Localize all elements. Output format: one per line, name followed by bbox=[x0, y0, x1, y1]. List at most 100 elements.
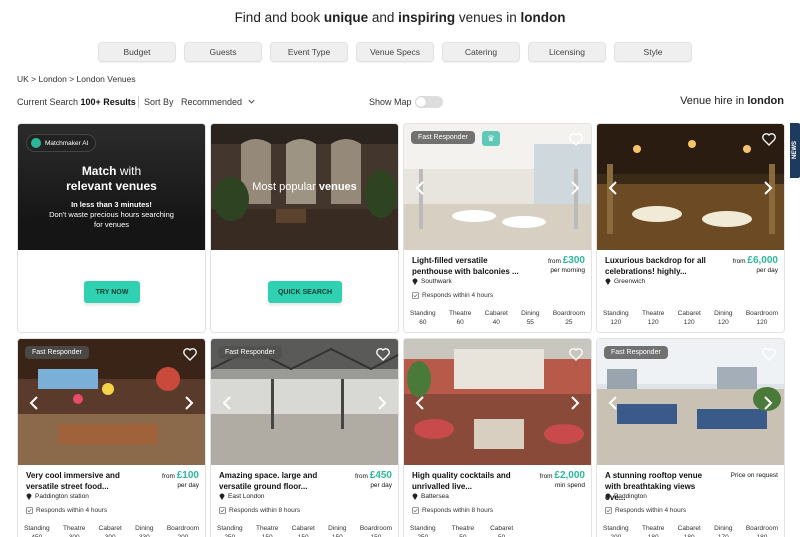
response-icon bbox=[412, 292, 419, 299]
try-now-button[interactable]: TRY NOW bbox=[84, 281, 140, 303]
capacity-label: Cabaret bbox=[484, 310, 508, 317]
capacity-value: 60 bbox=[419, 319, 427, 326]
headline-mid1: and bbox=[368, 10, 399, 25]
capacity-label: Cabaret bbox=[490, 525, 514, 532]
venue-card[interactable]: High quality cocktails and unrivalled li… bbox=[403, 338, 592, 537]
venue-card[interactable]: Fast Responder Very cool immersive and v… bbox=[17, 338, 206, 537]
location-label: Paddington station bbox=[35, 492, 89, 500]
capacity-standing: Standing250 bbox=[217, 524, 243, 537]
venue-price: from £300 per morning bbox=[548, 256, 585, 275]
capacity-label: Boardroom bbox=[745, 310, 778, 317]
capacity-theatre: Theatre50 bbox=[452, 524, 474, 537]
chevron-right-icon[interactable] bbox=[762, 395, 774, 411]
chevron-left-icon[interactable] bbox=[607, 395, 619, 411]
price-unit: per day bbox=[756, 267, 778, 274]
capacity-dining: Dining170 bbox=[714, 524, 732, 537]
venue-location: Greenwich bbox=[605, 277, 645, 285]
chevron-right-icon[interactable] bbox=[569, 180, 581, 196]
response-time: Responds within 8 hours bbox=[219, 507, 300, 514]
news-side-tab[interactable]: NEWS bbox=[790, 123, 800, 178]
capacity-standing: Standing250 bbox=[410, 524, 436, 537]
response-time-label: Responds within 8 hours bbox=[229, 507, 301, 514]
heart-icon[interactable] bbox=[375, 346, 391, 362]
capacity-dining: Dining 55 bbox=[521, 309, 539, 327]
response-icon bbox=[412, 507, 419, 514]
capacity-cabaret: Cabaret50 bbox=[490, 524, 513, 537]
venue-card[interactable]: Fast Responder Amazing space. large and … bbox=[210, 338, 399, 537]
price-prefix: from bbox=[732, 258, 748, 265]
filter-budget[interactable]: Budget bbox=[98, 42, 176, 62]
fast-responder-badge: Fast Responder bbox=[218, 346, 282, 359]
price-unit: per day bbox=[370, 482, 392, 489]
response-time: Responds within 4 hours bbox=[412, 292, 493, 299]
map-pin-icon bbox=[412, 493, 418, 500]
venue-card[interactable]: Luxurious backdrop for all celebrations!… bbox=[596, 123, 785, 333]
venue-location: Paddington station bbox=[26, 492, 89, 500]
chevron-right-icon[interactable] bbox=[762, 180, 774, 196]
location-label: East London bbox=[228, 492, 265, 500]
filter-licensing[interactable]: Licensing bbox=[528, 42, 606, 62]
venue-card[interactable]: Fast Responder ♛ Light-filled versatile … bbox=[403, 123, 592, 333]
capacity-value: 120 bbox=[683, 319, 695, 326]
map-pin-icon bbox=[26, 493, 32, 500]
quick-search-button[interactable]: QUICK SEARCH bbox=[268, 281, 342, 303]
matchmaker-chip: Matchmaker AI bbox=[26, 134, 97, 152]
location-label: Greenwich bbox=[614, 277, 646, 285]
current-search-label: Current Search bbox=[17, 97, 81, 107]
headline-mid2: venues in bbox=[455, 10, 521, 25]
chevron-down-icon[interactable] bbox=[247, 97, 256, 108]
chevron-right-icon[interactable] bbox=[376, 395, 388, 411]
capacity-standing: Standing450 bbox=[24, 524, 50, 537]
show-map-toggle[interactable] bbox=[415, 96, 443, 108]
popular-title-b: venues bbox=[318, 181, 357, 193]
venue-card[interactable]: Fast Responder A stunning rooftop venue … bbox=[596, 338, 785, 537]
capacity-label: Cabaret bbox=[677, 525, 701, 532]
response-time: Responds within 4 hours bbox=[605, 507, 686, 514]
chevron-left-icon[interactable] bbox=[28, 395, 40, 411]
capacity-label: Standing bbox=[603, 525, 629, 532]
chevron-right-icon[interactable] bbox=[183, 395, 195, 411]
heart-icon[interactable] bbox=[182, 346, 198, 362]
headline-prefix: Find and book bbox=[234, 10, 324, 25]
heart-icon[interactable] bbox=[761, 131, 777, 147]
fast-responder-badge: Fast Responder bbox=[411, 131, 475, 144]
filter-style[interactable]: Style bbox=[614, 42, 692, 62]
venue-photo[interactable] bbox=[597, 124, 784, 250]
capacity-label: Dining bbox=[135, 525, 154, 532]
chevron-left-icon[interactable] bbox=[414, 395, 426, 411]
capacity-value: 120 bbox=[647, 319, 659, 326]
venue-title[interactable]: Very cool immersive and versatile street… bbox=[26, 470, 136, 492]
venue-price: Price on request bbox=[731, 471, 778, 480]
breadcrumb[interactable]: UK > London > London Venues bbox=[17, 74, 136, 84]
filter-catering[interactable]: Catering bbox=[442, 42, 520, 62]
chevron-left-icon[interactable] bbox=[221, 395, 233, 411]
map-pin-icon bbox=[412, 278, 418, 285]
venue-title[interactable]: Luxurious backdrop for all celebrations!… bbox=[605, 255, 715, 277]
venue-photo[interactable] bbox=[404, 339, 591, 465]
matchmaker-sub2: Don't waste precious hours searching bbox=[49, 210, 174, 219]
capacity-label: Standing bbox=[217, 525, 243, 532]
price-unit: per day bbox=[177, 482, 199, 489]
heart-icon[interactable] bbox=[568, 346, 584, 362]
chevron-left-icon[interactable] bbox=[607, 180, 619, 196]
venue-title[interactable]: High quality cocktails and unrivalled li… bbox=[412, 470, 522, 492]
venue-price: from £100 per day bbox=[162, 471, 199, 490]
venue-hire-heading: Venue hire in london bbox=[680, 95, 784, 107]
chevron-left-icon[interactable] bbox=[414, 180, 426, 196]
capacity-value: 40 bbox=[492, 319, 500, 326]
match-word: Match bbox=[81, 164, 117, 178]
capacity-label: Theatre bbox=[255, 525, 279, 532]
venue-title[interactable]: Amazing space. large and versatile groun… bbox=[219, 470, 329, 492]
capacity-label: Cabaret bbox=[291, 525, 315, 532]
filter-venue-specs[interactable]: Venue Specs bbox=[356, 42, 434, 62]
price-amount: £2,000 bbox=[554, 470, 585, 481]
venue-title[interactable]: Light-filled versatile penthouse with ba… bbox=[412, 255, 522, 277]
heart-icon[interactable] bbox=[761, 346, 777, 362]
capacity-label: Dining bbox=[521, 310, 540, 317]
filter-guests[interactable]: Guests bbox=[184, 42, 262, 62]
match-with: with bbox=[116, 164, 142, 178]
heart-icon[interactable] bbox=[568, 131, 584, 147]
sort-dropdown[interactable]: Recommended bbox=[181, 97, 242, 107]
chevron-right-icon[interactable] bbox=[569, 395, 581, 411]
filter-event-type[interactable]: Event Type bbox=[270, 42, 348, 62]
